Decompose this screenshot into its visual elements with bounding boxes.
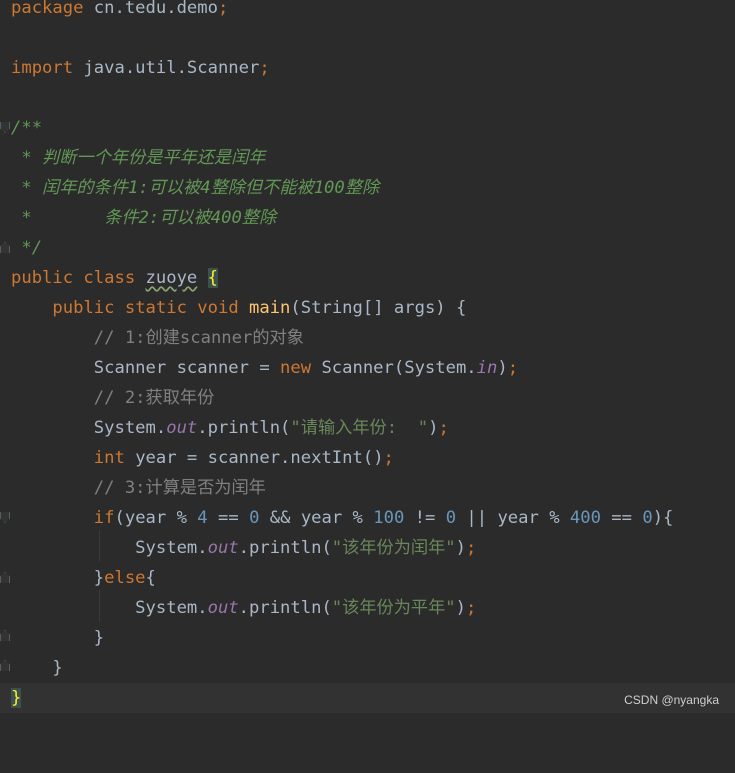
code-line[interactable]: if(year % 4 == 0 && year % 100 != 0 || y… xyxy=(0,503,735,533)
code-line[interactable]: System.out.println("该年份为闰年"); xyxy=(0,533,735,563)
code-line[interactable]: /** xyxy=(0,113,735,143)
code-text: .println( xyxy=(238,598,332,618)
code-text: System. xyxy=(11,418,167,438)
code-line[interactable]: import java.util.Scanner; xyxy=(0,53,735,83)
number-literal: 0 xyxy=(445,508,457,528)
code-line[interactable]: package cn.tedu.demo; xyxy=(0,0,735,23)
number-literal: 400 xyxy=(569,508,601,528)
code-line[interactable]: * 判断一个年份是平年还是闰年 xyxy=(0,143,735,173)
code-text: System. xyxy=(11,538,208,558)
code-line[interactable]: System.out.println("请输入年份: "); xyxy=(0,413,735,443)
code-line[interactable]: // 3:计算是否为闰年 xyxy=(0,473,735,503)
semicolon: ; xyxy=(259,58,270,78)
semicolon: ; xyxy=(383,448,394,468)
doc-comment: /** xyxy=(11,118,43,138)
code-line[interactable]: System.out.println("该年份为平年"); xyxy=(0,593,735,623)
semicolon: ; xyxy=(507,358,519,378)
code-text: .println( xyxy=(197,418,291,438)
number-literal: 4 xyxy=(197,508,208,528)
code-editor[interactable]: package cn.tedu.demo; import java.util.S… xyxy=(0,0,735,717)
code-line[interactable]: // 2:获取年份 xyxy=(0,383,735,413)
method-name: main xyxy=(249,298,291,318)
code-text: year = scanner.nextInt() xyxy=(124,448,384,468)
semicolon: ; xyxy=(217,0,229,18)
code-line[interactable]: * 条件2:可以被400整除 xyxy=(0,203,735,233)
static-field: out xyxy=(207,538,239,558)
number-literal: 0 xyxy=(642,508,653,528)
code-text: ) xyxy=(497,358,508,378)
semicolon: ; xyxy=(438,418,449,438)
class-name: zuoye xyxy=(145,268,198,288)
code-line[interactable]: public class zuoye { xyxy=(0,263,735,293)
code-text: } xyxy=(11,628,105,648)
number-literal: 0 xyxy=(249,508,260,528)
keyword: import xyxy=(11,58,74,78)
code-line[interactable]: public static void main(String[] args) { xyxy=(0,293,735,323)
static-field: in xyxy=(476,358,498,378)
matched-brace: { xyxy=(207,268,218,288)
keyword: else xyxy=(104,568,146,588)
code-text: { xyxy=(145,568,156,588)
keyword: public static void xyxy=(52,298,250,318)
code-line[interactable]: } xyxy=(0,653,735,683)
semicolon: ; xyxy=(465,598,477,618)
code-line[interactable]: // 1:创建scanner的对象 xyxy=(0,323,735,353)
keyword: new xyxy=(280,358,312,378)
code-text: (year % xyxy=(114,508,198,528)
keyword: public class xyxy=(11,268,146,288)
code-text: || year % xyxy=(456,508,570,528)
watermark: CSDN @nyangka xyxy=(624,693,719,707)
package-name: cn.tedu.demo xyxy=(83,0,218,18)
string-literal: "该年份为平年" xyxy=(331,598,456,618)
code-text: Scanner scanner = xyxy=(11,358,281,378)
import-name: java.util.Scanner xyxy=(73,58,260,78)
doc-comment: */ xyxy=(11,238,43,258)
string-literal: "请输入年份: " xyxy=(290,418,429,438)
code-text: ){ xyxy=(652,508,674,528)
doc-comment: * 闰年的条件1:可以被4整除但不能被100整除 xyxy=(11,178,380,198)
keyword: package xyxy=(11,0,84,18)
code-text: ) xyxy=(455,598,466,618)
code-line[interactable]: * 闰年的条件1:可以被4整除但不能被100整除 xyxy=(0,173,735,203)
method-params: (String[] args) { xyxy=(290,298,467,318)
matched-brace: } xyxy=(11,688,22,708)
doc-comment: * 条件2:可以被400整除 xyxy=(11,208,277,228)
line-comment: // 2:获取年份 xyxy=(11,388,215,408)
static-field: out xyxy=(207,598,239,618)
line-comment: // 1:创建scanner的对象 xyxy=(11,328,304,348)
code-text: == xyxy=(600,508,643,528)
code-line[interactable]: int year = scanner.nextInt(); xyxy=(0,443,735,473)
semicolon: ; xyxy=(465,538,477,558)
code-text: == xyxy=(207,508,250,528)
code-line[interactable]: */ xyxy=(0,233,735,263)
code-text: ) xyxy=(428,418,439,438)
code-line[interactable]: Scanner scanner = new Scanner(System.in)… xyxy=(0,353,735,383)
number-literal: 100 xyxy=(373,508,405,528)
line-comment: // 3:计算是否为闰年 xyxy=(11,478,266,498)
keyword: if xyxy=(93,508,115,528)
code-text: } xyxy=(11,658,63,678)
code-text: } xyxy=(11,568,105,588)
code-line[interactable]: }else{ xyxy=(0,563,735,593)
code-text: .println( xyxy=(238,538,332,558)
doc-comment: * 判断一个年份是平年还是闰年 xyxy=(11,148,266,168)
code-line[interactable]: } xyxy=(0,623,735,653)
code-text: && year % xyxy=(259,508,374,528)
static-field: out xyxy=(166,418,198,438)
code-text: System. xyxy=(11,598,208,618)
code-text: ) xyxy=(455,538,466,558)
string-literal: "该年份为闰年" xyxy=(331,538,456,558)
keyword: int xyxy=(93,448,125,468)
code-text: Scanner(System. xyxy=(311,358,477,378)
code-text: != xyxy=(404,508,446,528)
